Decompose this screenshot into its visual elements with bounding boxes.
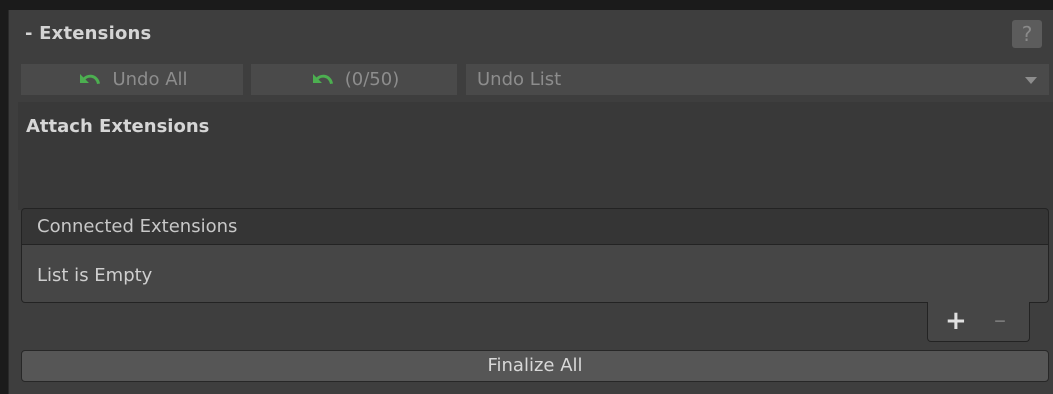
undo-all-button[interactable]: Undo All — [21, 64, 243, 95]
undo-toolbar: Undo All (0/50) Undo List — [21, 64, 1049, 95]
extensions-header[interactable]: - Extensions ? — [9, 10, 1053, 54]
connected-extensions-header: Connected Extensions — [21, 208, 1049, 245]
help-button[interactable]: ? — [1012, 20, 1042, 48]
undo-all-label: Undo All — [112, 69, 188, 90]
connected-extensions-list: List is Empty — [21, 245, 1049, 303]
add-item-button[interactable]: + — [945, 308, 967, 334]
remove-item-button[interactable]: – — [994, 307, 1006, 333]
undo-arrow-icon — [312, 73, 333, 84]
undo-count-label: (0/50) — [344, 69, 400, 90]
dropdown-arrow-icon — [1025, 77, 1037, 84]
undo-list-dropdown[interactable]: Undo List — [466, 64, 1049, 95]
list-footer-controls: + – — [927, 302, 1030, 342]
undo-step-button[interactable]: (0/50) — [251, 64, 457, 95]
attach-extensions-title: Attach Extensions — [26, 116, 210, 137]
undo-arrow-icon — [80, 73, 101, 84]
finalize-all-button[interactable]: Finalize All — [21, 350, 1049, 382]
undo-list-label: Undo List — [477, 69, 562, 90]
section-title[interactable]: - Extensions — [25, 23, 151, 44]
attach-extensions-area[interactable]: Attach Extensions — [18, 102, 1053, 210]
list-empty-text: List is Empty — [37, 265, 153, 286]
extensions-panel: - Extensions ? Undo All (0/50) Undo List… — [8, 10, 1053, 394]
